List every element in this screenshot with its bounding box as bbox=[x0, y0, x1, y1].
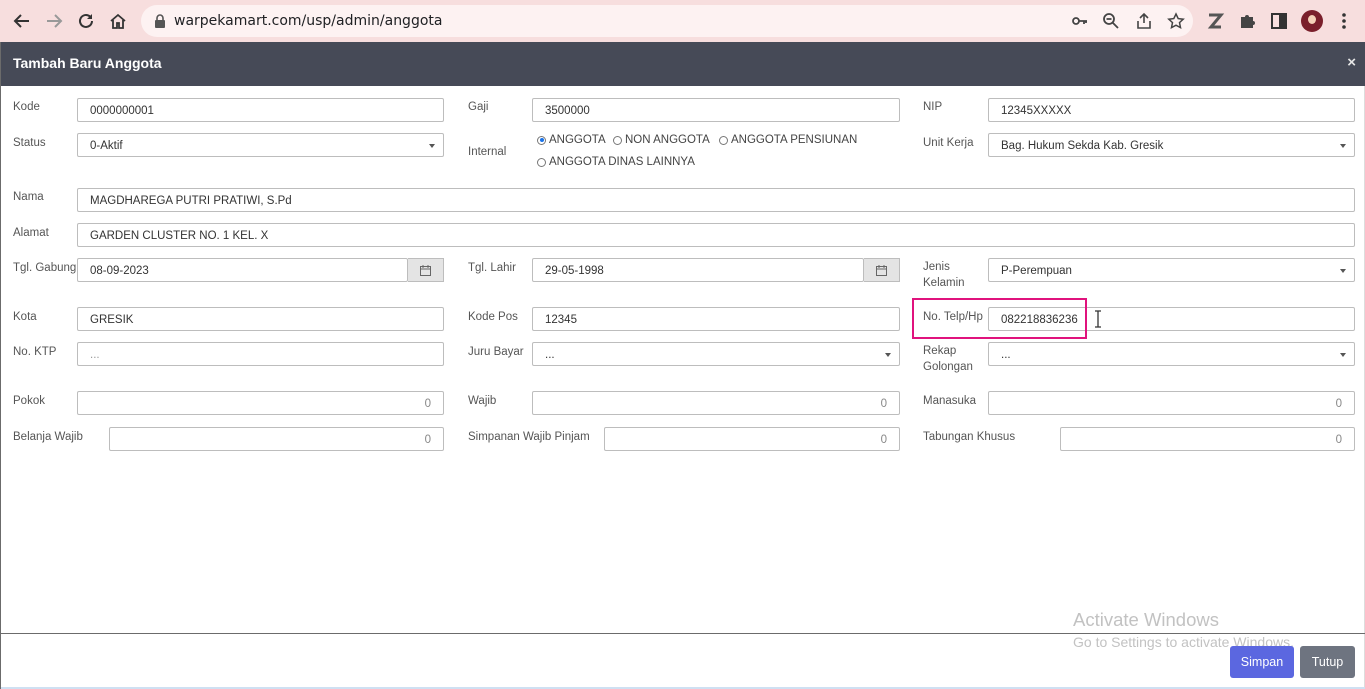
status-label: Status bbox=[13, 137, 46, 149]
belanja-wajib-label: Belanja Wajib bbox=[13, 431, 83, 443]
juru-bayar-label: Juru Bayar bbox=[468, 346, 524, 358]
rekap-golongan-select[interactable]: ... bbox=[988, 342, 1355, 366]
tgl-gabung-calendar-button[interactable] bbox=[408, 258, 444, 282]
simpanan-wajib-pinjam-input[interactable]: 0 bbox=[604, 427, 900, 451]
kode-pos-label: Kode Pos bbox=[468, 311, 518, 323]
lock-icon bbox=[155, 14, 165, 28]
chevron-down-icon bbox=[885, 353, 891, 357]
forward-arrow-icon[interactable] bbox=[41, 8, 67, 34]
no-ktp-input[interactable]: ... bbox=[77, 342, 444, 366]
chevron-down-icon bbox=[1340, 353, 1346, 357]
radio-label: ANGGOTA bbox=[549, 134, 606, 146]
radio-anggota-pensiunan[interactable]: ANGGOTA PENSIUNAN bbox=[719, 134, 857, 146]
close-icon[interactable]: × bbox=[1347, 54, 1356, 71]
profile-avatar[interactable] bbox=[1301, 10, 1323, 32]
nip-label: NIP bbox=[923, 101, 943, 113]
share-icon[interactable] bbox=[1135, 12, 1153, 30]
tgl-gabung-label: Tgl. Gabung bbox=[13, 262, 77, 274]
kota-label: Kota bbox=[13, 311, 37, 323]
unit-kerja-label: Unit Kerja bbox=[923, 137, 974, 149]
kode-pos-input[interactable]: 12345 bbox=[532, 307, 900, 331]
zotero-extension-icon[interactable] bbox=[1205, 11, 1225, 31]
unit-kerja-select[interactable]: Bag. Hukum Sekda Kab. Gresik bbox=[988, 133, 1355, 157]
belanja-wajib-input[interactable]: 0 bbox=[109, 427, 444, 451]
wajib-label: Wajib bbox=[468, 395, 497, 407]
alamat-label: Alamat bbox=[13, 227, 49, 239]
jenis-kelamin-select[interactable]: P-Perempuan bbox=[988, 258, 1355, 282]
highlight-box bbox=[912, 298, 1087, 339]
rekap-golongan-value: ... bbox=[1001, 349, 1011, 361]
radio-label: ANGGOTA DINAS LAINNYA bbox=[549, 156, 695, 168]
side-panel-icon[interactable] bbox=[1269, 11, 1289, 31]
pokok-input[interactable]: 0 bbox=[77, 391, 444, 415]
url-text: warpekamart.com/usp/admin/anggota bbox=[174, 13, 443, 29]
radio-unchecked-icon bbox=[719, 135, 728, 145]
key-icon[interactable] bbox=[1071, 12, 1089, 30]
radio-anggota-dinas-lainnya[interactable]: ANGGOTA DINAS LAINNYA bbox=[537, 156, 695, 168]
kode-label: Kode bbox=[13, 101, 40, 113]
jenis-kelamin-label: Jenis Kelamin bbox=[923, 261, 965, 289]
radio-label: NON ANGGOTA bbox=[625, 134, 710, 146]
modal-header: Tambah Baru Anggota × bbox=[1, 42, 1365, 86]
chevron-down-icon bbox=[429, 144, 435, 148]
radio-unchecked-icon bbox=[613, 135, 622, 145]
close-button[interactable]: Tutup bbox=[1300, 646, 1355, 678]
chevron-down-icon bbox=[1340, 144, 1346, 148]
status-value: 0-Aktif bbox=[90, 140, 123, 152]
unit-kerja-value: Bag. Hukum Sekda Kab. Gresik bbox=[1001, 140, 1164, 152]
radio-anggota[interactable]: ANGGOTA bbox=[537, 134, 606, 146]
save-button[interactable]: Simpan bbox=[1230, 646, 1294, 678]
tabungan-khusus-label: Tabungan Khusus bbox=[923, 431, 1016, 443]
radio-label: ANGGOTA PENSIUNAN bbox=[731, 134, 858, 146]
zoom-icon[interactable] bbox=[1102, 12, 1120, 30]
activate-windows-title: Activate Windows bbox=[1073, 609, 1219, 630]
juru-bayar-select[interactable]: ... bbox=[532, 342, 900, 366]
browser-toolbar: warpekamart.com/usp/admin/anggota bbox=[0, 0, 1365, 42]
juru-bayar-value: ... bbox=[545, 349, 555, 361]
status-select[interactable]: 0-Aktif bbox=[77, 133, 444, 157]
tgl-lahir-label: Tgl. Lahir bbox=[468, 262, 516, 274]
manasuka-input[interactable]: 0 bbox=[988, 391, 1355, 415]
rekap-golongan-label: Rekap Golongan bbox=[923, 345, 973, 373]
tgl-lahir-input[interactable]: 29-05-1998 bbox=[532, 258, 864, 282]
kota-input[interactable]: GRESIK bbox=[77, 307, 444, 331]
tabungan-khusus-input[interactable]: 0 bbox=[1060, 427, 1355, 451]
internal-label: Internal bbox=[468, 146, 507, 158]
tgl-gabung-input[interactable]: 08-09-2023 bbox=[77, 258, 408, 282]
nama-label: Nama bbox=[13, 191, 44, 203]
chevron-down-icon bbox=[1340, 269, 1346, 273]
address-bar[interactable]: warpekamart.com/usp/admin/anggota bbox=[141, 5, 1193, 37]
manasuka-label: Manasuka bbox=[923, 395, 977, 407]
nip-input[interactable]: 12345XXXXX bbox=[988, 98, 1355, 122]
wajib-input[interactable]: 0 bbox=[532, 391, 900, 415]
simpanan-wajib-pinjam-label: Simpanan Wajib Pinjam bbox=[468, 431, 590, 443]
home-icon[interactable] bbox=[105, 8, 131, 34]
radio-checked-icon bbox=[537, 135, 546, 145]
kode-input[interactable]: 0000000001 bbox=[77, 98, 444, 122]
tgl-lahir-calendar-button[interactable] bbox=[864, 258, 900, 282]
extensions-puzzle-icon[interactable] bbox=[1237, 11, 1257, 31]
back-arrow-icon[interactable] bbox=[9, 8, 35, 34]
text-cursor-icon bbox=[1095, 310, 1101, 328]
nama-input[interactable]: MAGDHAREGA PUTRI PRATIWI, S.Pd bbox=[77, 188, 1355, 212]
calendar-icon bbox=[420, 264, 431, 276]
gaji-label: Gaji bbox=[468, 101, 489, 113]
gaji-input[interactable]: 3500000 bbox=[532, 98, 900, 122]
alamat-input[interactable]: GARDEN CLUSTER NO. 1 KEL. X bbox=[77, 223, 1355, 247]
bookmark-star-icon[interactable] bbox=[1167, 12, 1185, 30]
modal-title: Tambah Baru Anggota bbox=[13, 55, 162, 71]
reload-icon[interactable] bbox=[73, 8, 99, 34]
calendar-icon bbox=[876, 264, 887, 276]
jenis-kelamin-value: P-Perempuan bbox=[1001, 265, 1072, 277]
pokok-label: Pokok bbox=[13, 395, 45, 407]
add-member-modal: Tambah Baru Anggota × Kode 0000000001 Ga… bbox=[0, 42, 1365, 689]
no-ktp-label: No. KTP bbox=[13, 346, 57, 358]
browser-menu-icon[interactable] bbox=[1334, 11, 1354, 31]
radio-non-anggota[interactable]: NON ANGGOTA bbox=[613, 134, 710, 146]
radio-unchecked-icon bbox=[537, 157, 546, 167]
